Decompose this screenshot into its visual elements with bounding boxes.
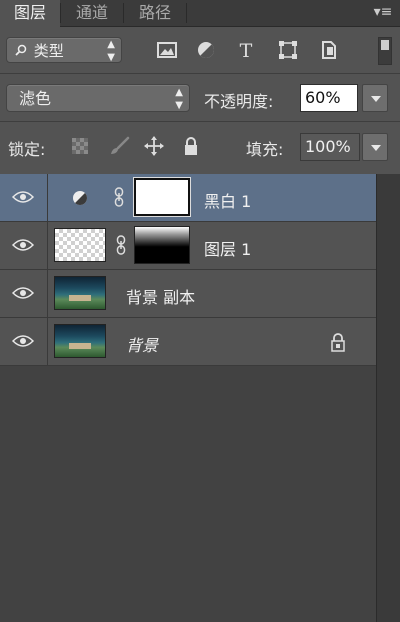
eye-icon bbox=[12, 335, 34, 347]
layer-name[interactable]: 图层 1 bbox=[204, 236, 251, 260]
image-filter-icon[interactable] bbox=[156, 39, 178, 61]
fill-dropdown-button[interactable] bbox=[362, 133, 388, 161]
chevron-down-icon bbox=[371, 96, 381, 102]
panel-menu-icon[interactable]: ▾≡ bbox=[372, 3, 394, 21]
blend-row: 滤色 ▲ ▼ 不透明度: 60% bbox=[0, 74, 400, 120]
lock-icon bbox=[331, 333, 345, 352]
blend-mode-value: 滤色 bbox=[19, 89, 52, 108]
opacity-dropdown-button[interactable] bbox=[362, 84, 388, 112]
lock-all-icon[interactable] bbox=[182, 136, 202, 156]
lock-label: 锁定: bbox=[8, 140, 46, 159]
eye-icon bbox=[12, 287, 34, 299]
fill-label: 填充: bbox=[246, 140, 284, 159]
visibility-toggle[interactable] bbox=[0, 174, 48, 221]
layer-thumbnail[interactable] bbox=[54, 324, 106, 358]
search-icon bbox=[15, 38, 29, 64]
blend-mode-select[interactable]: 滤色 ▲ ▼ bbox=[6, 84, 190, 112]
lock-position-icon[interactable] bbox=[144, 136, 164, 156]
layer-filter-row: 类型 ▲ ▼ T bbox=[0, 27, 400, 73]
opacity-label: 不透明度: bbox=[204, 92, 274, 111]
adjustment-layer-icon bbox=[73, 191, 87, 205]
shape-filter-icon[interactable] bbox=[277, 39, 299, 61]
opacity-input[interactable]: 60% bbox=[300, 84, 358, 112]
lock-transparent-icon[interactable] bbox=[70, 136, 90, 156]
eye-icon bbox=[12, 239, 34, 251]
layers-panel: 图层 通道 路径 ▾≡ 类型 ▲ ▼ T 滤色 ▲ ▼ 不透明度: 60% 锁定… bbox=[0, 0, 400, 622]
lock-brush-icon[interactable] bbox=[108, 136, 130, 156]
layer-name[interactable]: 背景 bbox=[126, 332, 158, 356]
tab-channels[interactable]: 通道 bbox=[61, 0, 123, 26]
mask-link-icon[interactable] bbox=[116, 235, 126, 255]
tab-layers[interactable]: 图层 bbox=[0, 0, 60, 27]
visibility-toggle[interactable] bbox=[0, 222, 48, 269]
layer-mask-thumbnail[interactable] bbox=[133, 177, 191, 217]
layer-mask-thumbnail[interactable] bbox=[134, 226, 190, 264]
layers-list: 黑白 1 图层 1 背景 副本 背景 bbox=[0, 174, 376, 622]
layers-scrollbar[interactable] bbox=[376, 174, 400, 622]
visibility-toggle[interactable] bbox=[0, 318, 48, 365]
filter-toggle-switch[interactable] bbox=[378, 37, 392, 65]
mask-link-icon[interactable] bbox=[114, 187, 124, 207]
layer-row[interactable]: 背景 bbox=[0, 318, 376, 366]
select-arrows-icon: ▲ ▼ bbox=[175, 87, 183, 111]
layer-row[interactable]: 图层 1 bbox=[0, 222, 376, 270]
type-filter-icon[interactable]: T bbox=[235, 39, 257, 62]
layer-name[interactable]: 黑白 1 bbox=[204, 188, 251, 212]
layer-row[interactable]: 黑白 1 bbox=[0, 174, 376, 222]
panel-tab-bar: 图层 通道 路径 ▾≡ bbox=[0, 0, 400, 27]
svg-text:T: T bbox=[240, 40, 253, 61]
filter-kind-select[interactable]: 类型 ▲ ▼ bbox=[6, 37, 122, 63]
tab-paths[interactable]: 路径 bbox=[124, 0, 186, 26]
eye-icon bbox=[12, 191, 34, 203]
filter-kind-label: 类型 bbox=[33, 42, 64, 60]
smart-object-filter-icon[interactable] bbox=[318, 39, 340, 61]
layer-thumbnail[interactable] bbox=[54, 276, 106, 310]
filter-toggle-knob bbox=[381, 40, 389, 50]
layer-name[interactable]: 背景 副本 bbox=[126, 284, 195, 308]
chevron-down-icon bbox=[371, 145, 381, 151]
select-arrows-icon: ▲ ▼ bbox=[107, 39, 115, 63]
tab-divider bbox=[186, 3, 187, 23]
layer-thumbnail[interactable] bbox=[54, 228, 106, 262]
layer-row[interactable]: 背景 副本 bbox=[0, 270, 376, 318]
visibility-toggle[interactable] bbox=[0, 270, 48, 317]
adjustment-filter-icon[interactable] bbox=[195, 39, 217, 61]
fill-input[interactable]: 100% bbox=[300, 133, 360, 161]
